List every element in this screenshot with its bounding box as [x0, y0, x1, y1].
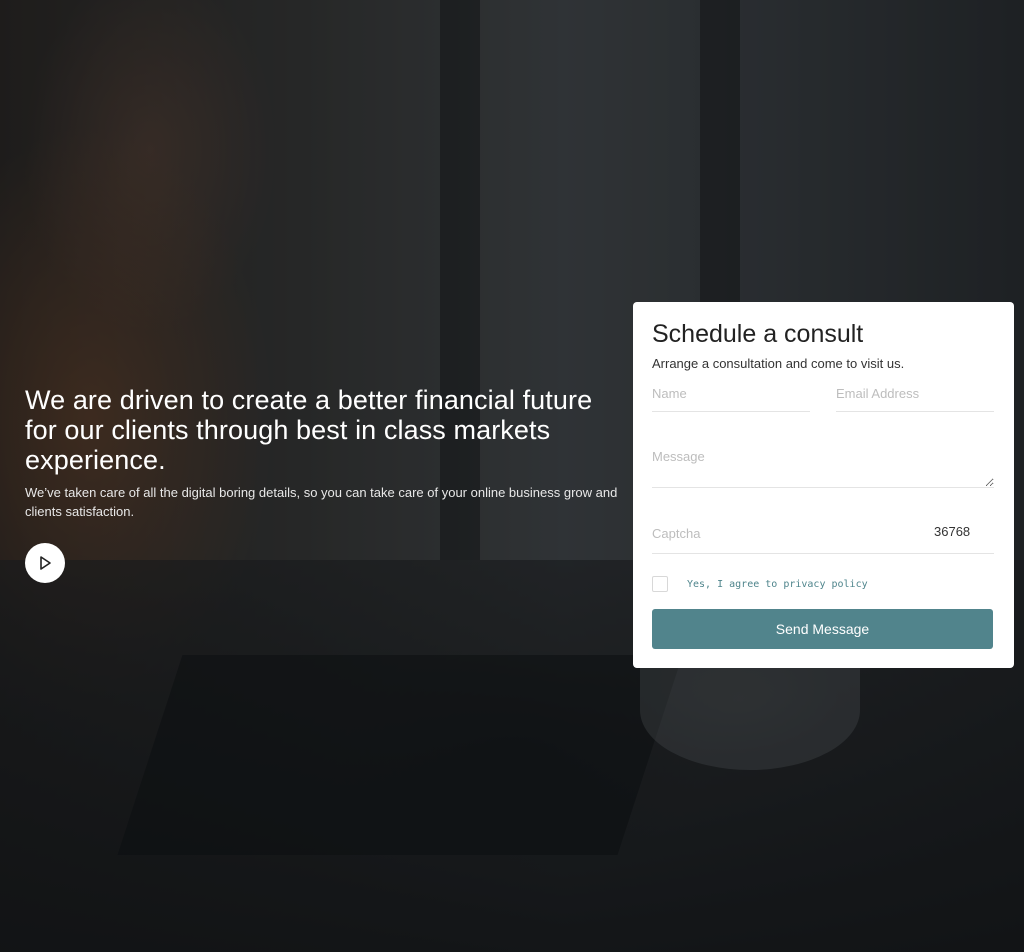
privacy-checkbox[interactable] [652, 576, 668, 592]
email-input[interactable] [836, 376, 994, 412]
play-video-button[interactable] [25, 543, 65, 583]
hero-subheading: We’ve taken care of all the digital bori… [25, 485, 618, 519]
name-input[interactable] [652, 376, 810, 412]
captcha-code: 36768 [934, 524, 971, 539]
form-title: Schedule a consult [652, 320, 864, 348]
message-textarea[interactable] [652, 442, 994, 488]
form-subtitle: Arrange a consultation and come to visit… [652, 356, 905, 371]
send-message-button[interactable]: Send Message [652, 609, 993, 649]
consult-form-card: Schedule a consult Arrange a consultatio… [633, 302, 1014, 668]
hero-heading: We are driven to create a better financi… [25, 385, 593, 475]
privacy-agree-label[interactable]: Yes, I agree to privacy policy [687, 579, 868, 590]
hero-text-block: We are driven to create a better financi… [25, 385, 625, 521]
play-icon [40, 556, 51, 570]
